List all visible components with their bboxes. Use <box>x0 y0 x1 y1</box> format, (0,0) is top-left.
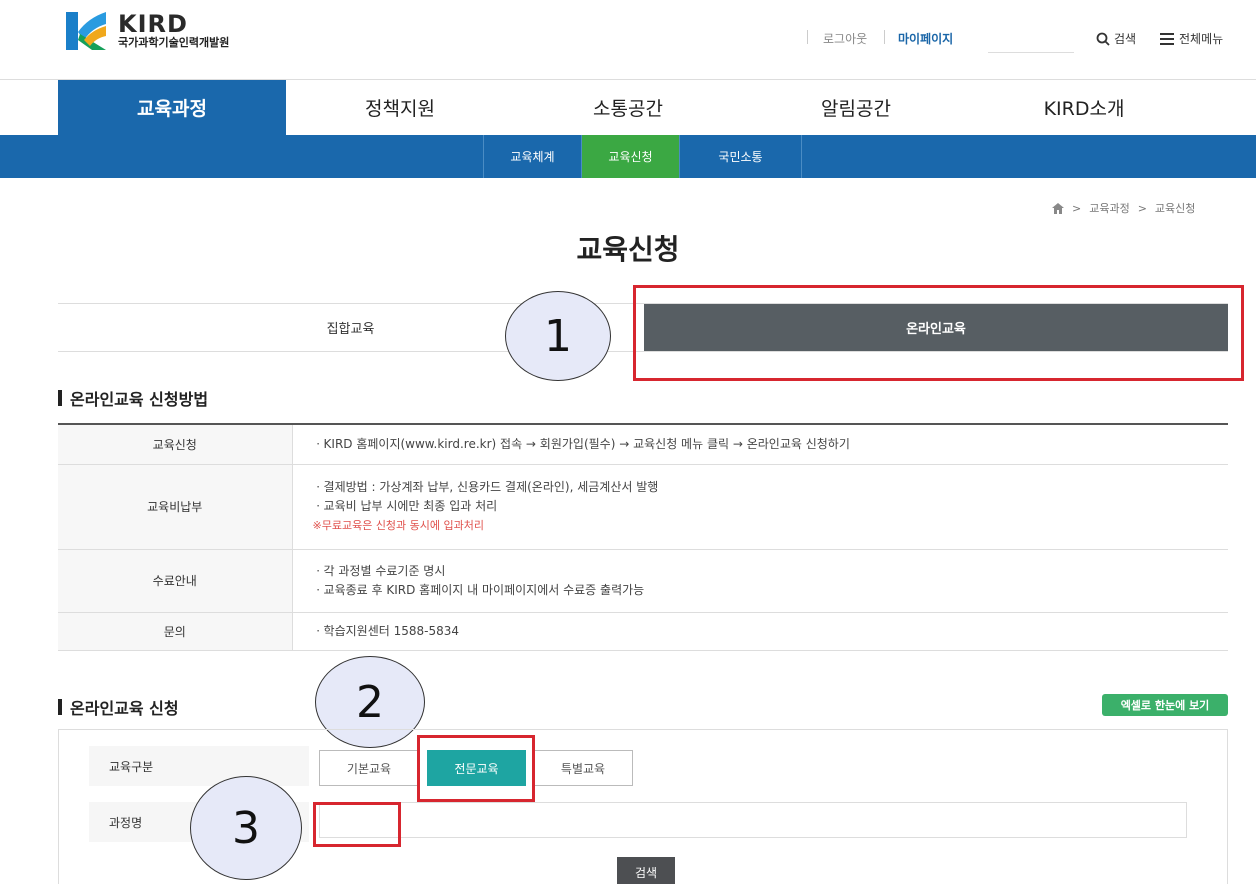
table-cell: ㆍ결제방법 : 가상계좌 납부, 신용카드 결제(온라인), 세금계산서 발행 … <box>292 464 1228 550</box>
gnb-item-notice[interactable]: 알림공간 <box>742 80 970 135</box>
section-bar <box>58 390 62 406</box>
section-title-text: 온라인교육 신청방법 <box>70 390 209 409</box>
search-icon <box>1096 32 1110 46</box>
all-menu-link[interactable]: 전체메뉴 <box>1160 30 1223 47</box>
table-header-cell: 수료안내 <box>58 549 293 613</box>
home-icon[interactable] <box>1052 202 1064 214</box>
highlight-box <box>313 802 401 847</box>
search-link[interactable]: 검색 <box>1096 30 1136 47</box>
category-basic-button[interactable]: 기본교육 <box>319 750 419 786</box>
util-divider <box>807 30 808 44</box>
annotation-number: 1 <box>505 291 611 381</box>
section-title: 온라인교육 신청방법 <box>58 386 208 410</box>
table-header-cell: 교육비납부 <box>58 464 293 550</box>
table-row: 문의 ㆍ학습지원센터 1588-5834 <box>58 612 1228 651</box>
table-cell-line: ㆍ결제방법 : 가상계좌 납부, 신용카드 결제(온라인), 세금계산서 발행 <box>312 480 659 494</box>
section-title: 온라인교육 신청 <box>58 695 179 719</box>
util-divider <box>884 30 885 44</box>
table-row: 수료안내 ㆍ각 과정별 수료기준 명시 ㆍ교육종료 후 KIRD 홈페이지 내 … <box>58 549 1228 613</box>
breadcrumb-separator: > <box>1072 201 1082 215</box>
highlight-box <box>633 285 1244 381</box>
category-label: 교육구분 <box>109 760 154 774</box>
subnav-item-public[interactable]: 국민소통 <box>679 135 802 178</box>
search-button[interactable]: 검색 <box>617 857 675 884</box>
table-cell: ㆍ학습지원센터 1588-5834 <box>292 612 1228 651</box>
page-title: 교육신청 <box>576 233 680 266</box>
table-cell-line: ㆍ교육종료 후 KIRD 홈페이지 내 마이페이지에서 수료증 출력가능 <box>312 582 645 597</box>
main-nav: 교육과정 정책지원 소통공간 알림공간 KIRD소개 <box>58 80 1198 135</box>
kird-logo-icon <box>66 12 106 50</box>
gnb-item-education[interactable]: 교육과정 <box>58 80 286 135</box>
category-special-button[interactable]: 특별교육 <box>533 750 633 786</box>
header: KIRD 국가과학기술인력개발원 로그아웃 마이페이지 검색 전체메뉴 <box>0 0 1256 80</box>
table-cell-line: ㆍ각 과정별 수료기준 명시 <box>312 563 446 578</box>
all-menu-label: 전체메뉴 <box>1179 32 1224 46</box>
logo[interactable]: KIRD 국가과학기술인력개발원 <box>62 10 229 52</box>
table-cell-line: ㆍ교육비 납부 시에만 최종 입과 처리 <box>312 499 498 513</box>
mypage-link[interactable]: 마이페이지 <box>898 30 953 47</box>
section-bar <box>58 699 62 715</box>
table-cell: ㆍKIRD 홈페이지(www.kird.re.kr) 접속 → 회원가입(필수)… <box>292 424 1228 465</box>
sub-nav: 교육체계 교육신청 국민소통 <box>0 135 1256 178</box>
course-name-label: 과정명 <box>109 816 143 830</box>
breadcrumb: > 교육과정 > 교육신청 <box>1052 200 1195 216</box>
gnb-item-policy[interactable]: 정책지원 <box>286 80 514 135</box>
logo-title: KIRD <box>118 10 188 38</box>
table-header-cell: 문의 <box>58 612 293 651</box>
gnb-item-about[interactable]: KIRD소개 <box>970 80 1198 135</box>
annotation-number: 3 <box>190 776 302 880</box>
table-cell: ㆍ각 과정별 수료기준 명시 ㆍ교육종료 후 KIRD 홈페이지 내 마이페이지… <box>292 549 1228 613</box>
subnav-item-system[interactable]: 교육체계 <box>483 135 581 178</box>
search-label: 검색 <box>1114 32 1137 46</box>
hamburger-icon <box>1160 32 1174 45</box>
breadcrumb-item[interactable]: 교육과정 <box>1089 200 1129 216</box>
course-name-input[interactable] <box>319 802 1187 838</box>
section-title-text: 온라인교육 신청 <box>70 699 179 718</box>
subnav-item-apply[interactable]: 교육신청 <box>581 135 679 178</box>
excel-view-button[interactable]: 엑셀로 한눈에 보기 <box>1102 694 1228 716</box>
search-underline <box>988 52 1074 53</box>
logout-link[interactable]: 로그아웃 <box>823 30 867 47</box>
gnb-item-community[interactable]: 소통공간 <box>514 80 742 135</box>
breadcrumb-item[interactable]: 교육신청 <box>1155 200 1195 216</box>
table-row: 교육비납부 ㆍ결제방법 : 가상계좌 납부, 신용카드 결제(온라인), 세금계… <box>58 464 1228 550</box>
info-table: 교육신청 ㆍKIRD 홈페이지(www.kird.re.kr) 접속 → 회원가… <box>58 423 1228 651</box>
table-row: 교육신청 ㆍKIRD 홈페이지(www.kird.re.kr) 접속 → 회원가… <box>58 424 1228 465</box>
breadcrumb-separator: > <box>1137 201 1147 215</box>
free-course-note: ※무료교육은 신청과 동시에 입과처리 <box>312 519 485 532</box>
highlight-box <box>417 735 535 802</box>
logo-subtitle: 국가과학기술인력개발원 <box>118 36 230 49</box>
table-header-cell: 교육신청 <box>58 424 293 465</box>
